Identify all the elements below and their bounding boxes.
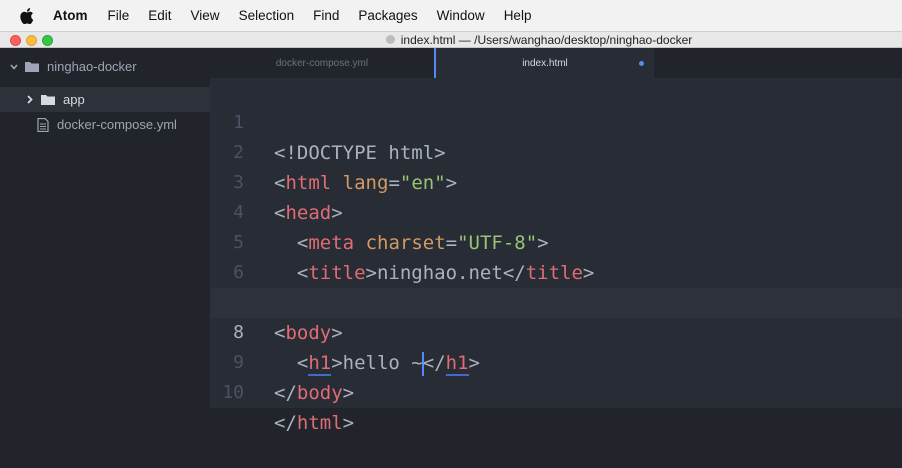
tab-label: docker-compose.yml: [275, 57, 369, 69]
document-icon: [385, 35, 395, 44]
menu-view[interactable]: View: [191, 8, 220, 23]
window-title-bar: index.html — /Users/wanghao/desktop/ning…: [0, 32, 902, 48]
menu-window[interactable]: Window: [437, 8, 485, 23]
tree-item-app[interactable]: app: [0, 87, 210, 112]
window-title-wrap: index.html — /Users/wanghao/desktop/ning…: [0, 32, 902, 47]
tab-docker-compose[interactable]: docker-compose.yml: [210, 48, 434, 78]
tree-root-label: ninghao-docker: [47, 59, 137, 74]
code-line: 1 <!DOCTYPE html>: [210, 78, 902, 164]
code-text: </html>: [274, 412, 355, 434]
line-number: 10: [222, 382, 244, 403]
tree-item-docker-compose[interactable]: docker-compose.yml: [0, 112, 210, 137]
code-line: 9 </body>: [210, 318, 902, 404]
tree-root-project[interactable]: ninghao-docker: [0, 54, 210, 79]
code-editor[interactable]: 1 <!DOCTYPE html> 2 <html lang="en"> 3 <…: [210, 78, 902, 434]
code-line-active: 8 <h1>hello ~</h1>: [210, 288, 902, 376]
folder-icon: [25, 61, 39, 72]
code-line: 2 <html lang="en">: [210, 108, 902, 194]
menu-bar: Atom File Edit View Selection Find Packa…: [0, 0, 902, 32]
chevron-right-icon: [25, 95, 35, 105]
code-text: </body>: [274, 382, 355, 404]
menu-file[interactable]: File: [108, 8, 130, 23]
code-line: 4 <meta charset="UTF-8">: [210, 168, 902, 254]
tree-view: ninghao-docker app docker-compose.yml: [0, 48, 210, 408]
tab-label: index.html: [522, 57, 568, 69]
menu-packages[interactable]: Packages: [358, 8, 417, 23]
apple-icon[interactable]: [20, 7, 34, 24]
tree-item-label: app: [63, 92, 85, 107]
menu-find[interactable]: Find: [313, 8, 339, 23]
code-line: 3 <head>: [210, 138, 902, 224]
tab-bar: docker-compose.yml index.html: [210, 48, 902, 78]
file-text-icon: [37, 117, 49, 132]
code-line: 10 </html>: [210, 348, 902, 434]
menu-edit[interactable]: Edit: [148, 8, 171, 23]
code-line: 7 <body>: [210, 258, 902, 344]
chevron-down-icon: [9, 62, 19, 72]
modified-indicator-icon[interactable]: [639, 61, 644, 66]
tree-item-label: docker-compose.yml: [57, 117, 177, 132]
menu-app-name[interactable]: Atom: [53, 8, 88, 23]
folder-icon: [41, 94, 55, 105]
tab-index-html[interactable]: index.html: [434, 48, 654, 78]
menu-help[interactable]: Help: [504, 8, 532, 23]
code-line: 6 </head>: [210, 228, 902, 314]
menu-selection[interactable]: Selection: [239, 8, 295, 23]
window-title: index.html — /Users/wanghao/desktop/ning…: [400, 32, 693, 47]
code-line: 5 <title>ninghao.net</title>: [210, 198, 902, 284]
